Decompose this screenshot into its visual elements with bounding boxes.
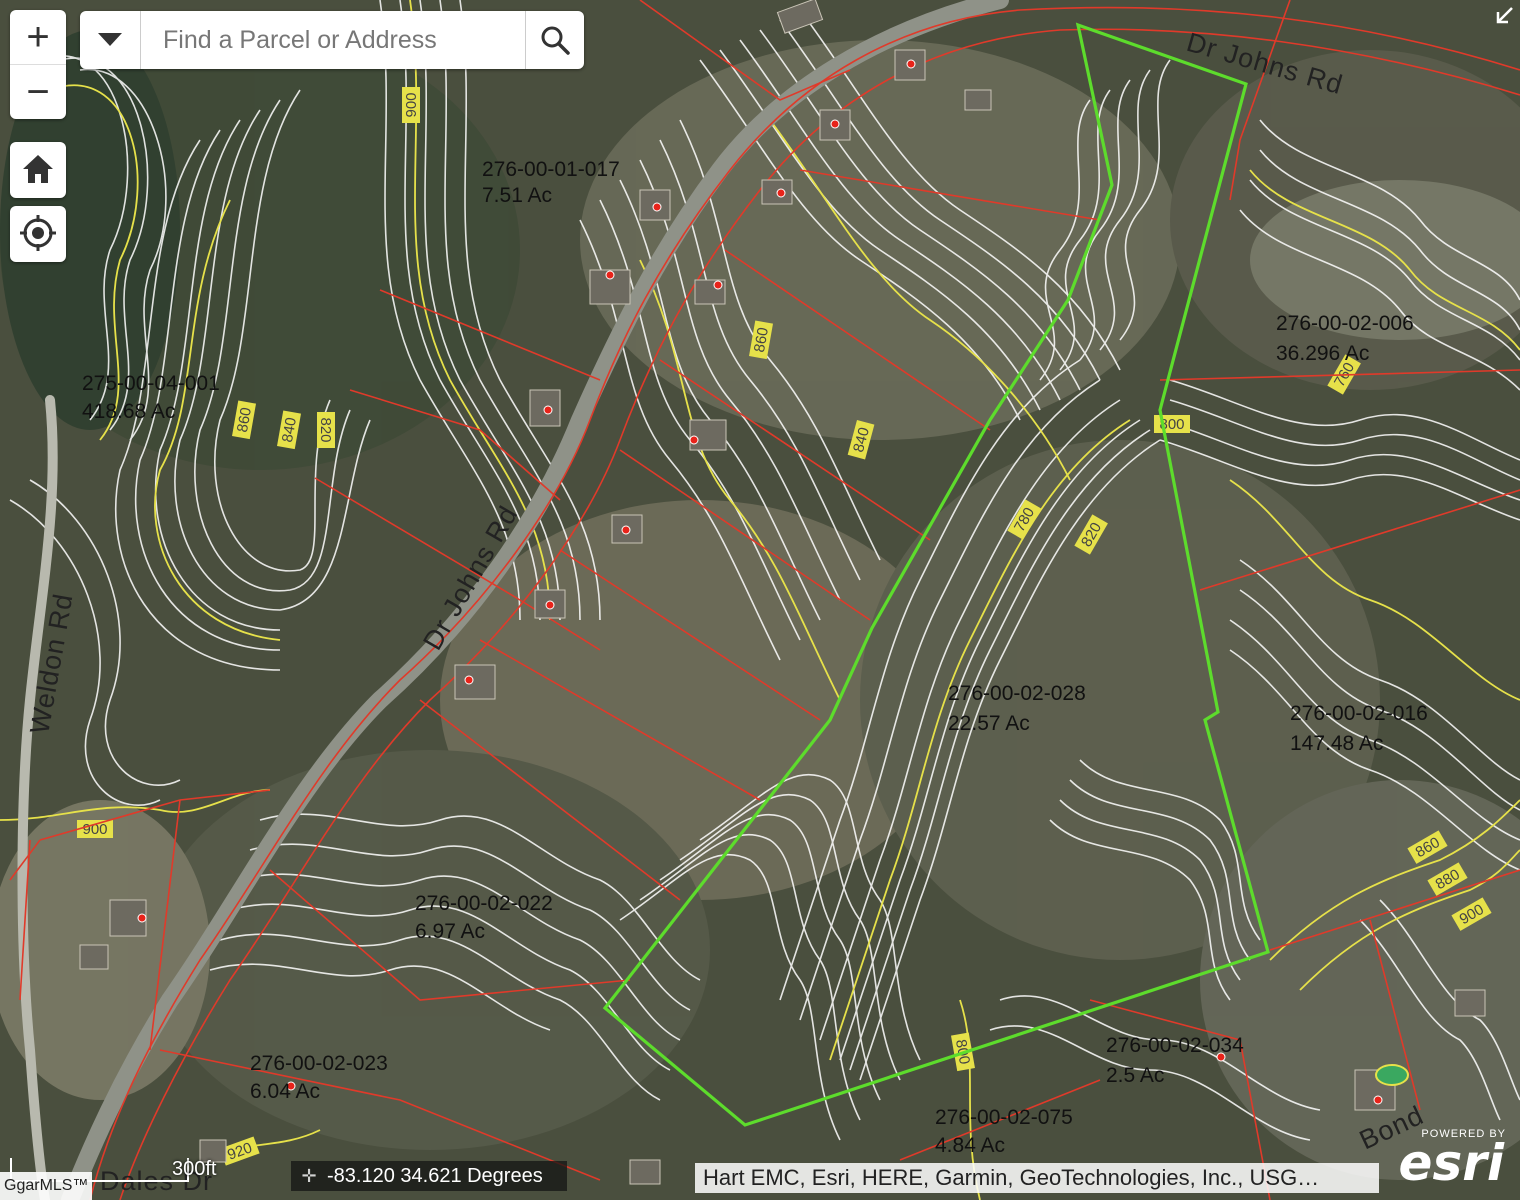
parcel-id: 276-00-02-028 [948, 682, 1086, 705]
search-icon [541, 26, 570, 55]
parcel-acres: 36.296 Ac [1276, 342, 1369, 365]
parcel-id: 276-00-02-016 [1290, 702, 1428, 725]
zoom-in-button[interactable]: + [10, 10, 66, 64]
zoom-controls: + − [10, 10, 66, 119]
parcel-id: 276-00-02-006 [1276, 312, 1414, 335]
locate-button[interactable] [10, 206, 66, 262]
parcel-id: 276-00-01-017 [482, 158, 620, 181]
home-button[interactable] [10, 142, 66, 198]
locate-icon [10, 206, 66, 260]
map-canvas[interactable]: 900 860 840 820 860 840 780 820 800 760 … [0, 0, 1520, 1200]
parcel-acres: 22.57 Ac [948, 712, 1030, 735]
parcel-id: 276-00-02-075 [935, 1106, 1073, 1129]
search-bar [80, 11, 584, 69]
esri-wordmark: esri [1398, 1134, 1504, 1192]
expand-icon[interactable] [1490, 4, 1516, 30]
parcel-acres: 418.68 Ac [82, 400, 175, 423]
parcel-acres: 6.97 Ac [415, 920, 485, 943]
map-attribution[interactable]: Hart EMC, Esri, HERE, Garmin, GeoTechnol… [695, 1163, 1379, 1193]
parcel-acres: 7.51 Ac [482, 184, 552, 207]
scale-label: 300ft [172, 1158, 217, 1180]
zoom-out-button[interactable]: − [10, 64, 66, 119]
parcel-id: 276-00-02-022 [415, 892, 553, 915]
caret-down-icon [98, 33, 122, 46]
home-icon [10, 142, 66, 196]
esri-logo: POWERED BY esri [1390, 1128, 1516, 1192]
parcel-acres: 4.84 Ac [935, 1134, 1005, 1157]
search-source-dropdown[interactable] [80, 11, 141, 69]
search-button[interactable] [525, 11, 584, 69]
parcel-id: 276-00-02-034 [1106, 1034, 1244, 1057]
parcel-id: 276-00-02-023 [250, 1052, 388, 1075]
parcel-acres: 6.04 Ac [250, 1080, 320, 1103]
parcel-acres: 2.5 Ac [1106, 1064, 1164, 1087]
parcel-id: 275-00-04-001 [82, 372, 220, 395]
coordinate-text: -83.120 34.621 Degrees [327, 1164, 543, 1187]
search-input[interactable] [141, 11, 525, 69]
coordinate-readout[interactable]: ✛ -83.120 34.621 Degrees [291, 1161, 567, 1191]
mls-logo: GgarMLS™ [0, 1172, 92, 1200]
parcel-acres: 147.48 Ac [1290, 732, 1383, 755]
crosshair-icon: ✛ [301, 1165, 317, 1186]
pool [1375, 1064, 1409, 1086]
contour-label: 820 [317, 417, 334, 442]
contour-label: 900 [403, 92, 420, 117]
